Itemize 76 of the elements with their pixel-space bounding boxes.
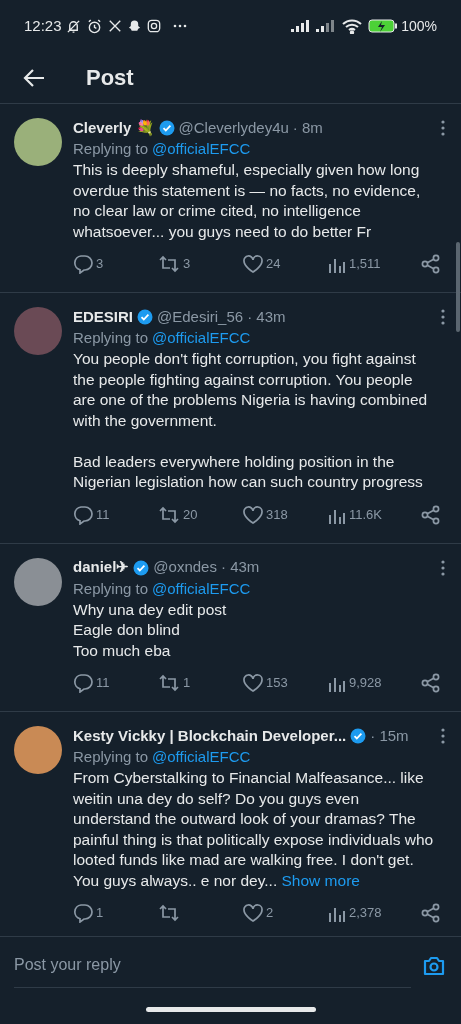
user-name[interactable]: Cleverly 💐: [73, 116, 155, 140]
post-text: From Cyberstalking to Financial Malfeasance... like weitin una dey do self? Do you guys even understand the outward look of your dramas? The painful thing is that politically expose individuals who looted funds like mad are walking free. I don't get. You guys always.. e nor dey... Show more: [73, 768, 435, 891]
repost-icon[interactable]: [158, 903, 180, 923]
user-name[interactable]: EDESIRI: [73, 305, 133, 329]
stat-count: 24: [266, 255, 281, 274]
notifications-off-icon: [65, 18, 81, 34]
stat-count: 2: [266, 904, 274, 923]
heart-icon[interactable]: [243, 904, 263, 922]
stat-count: 11: [96, 674, 110, 693]
alarm-icon: [86, 18, 102, 34]
battery-charging-icon: [368, 19, 399, 33]
heart-icon[interactable]: [243, 674, 263, 692]
replying-to-label: Replying to: [73, 139, 149, 159]
more-dots-icon: [172, 24, 187, 28]
mention-link[interactable]: @officialEFCC: [152, 328, 251, 348]
user-name[interactable]: daniel✈: [73, 556, 130, 579]
repost-icon[interactable]: [158, 254, 180, 274]
reply-icon[interactable]: [73, 254, 93, 274]
show-more-link[interactable]: Show more: [281, 871, 360, 889]
user-name[interactable]: Kesty Vickky | Blockchain Developer...: [73, 724, 347, 748]
stat-count: 1: [183, 674, 191, 693]
stat-count: 9,928: [349, 674, 382, 693]
stat-count: 11.6K: [349, 505, 382, 524]
mention-link[interactable]: @officialEFCC: [152, 139, 251, 159]
signal-icon: [291, 20, 312, 32]
more-options-icon[interactable]: [441, 559, 447, 576]
reply-icon[interactable]: [73, 903, 93, 923]
x-logo-icon: [107, 19, 122, 33]
reply-icon[interactable]: [73, 504, 93, 525]
stat-count: 11: [96, 505, 110, 524]
replying-to-label: Replying to: [73, 328, 149, 348]
user-handle[interactable]: @Cleverlydey4u: [178, 116, 289, 140]
camera-app-icon: [146, 19, 161, 33]
repost-icon[interactable]: [158, 673, 180, 693]
mention-link[interactable]: @officialEFCC: [152, 747, 251, 767]
status-time: 12:23: [24, 15, 62, 36]
more-options-icon[interactable]: [441, 309, 447, 325]
post-text: You people don't fight corruption, you fight against the people fighting against corruption. You people are one of the problems Nigeria is having combined with the government. Bad leaders everywhere holding position in the Nigerian legislation how can such country progress: [73, 349, 429, 492]
post-text: This is deeply shameful, especially given how long overdue this statement is — no facts, no evidence, no clear law or crime cited, no intelligence whatsoever... you guys need to do better Fr: [73, 160, 422, 242]
replying-to-label: Replying to: [73, 747, 149, 767]
post-time: · 43m: [247, 306, 286, 327]
ghost-icon: [127, 19, 141, 33]
share-icon[interactable]: [421, 673, 441, 693]
replying-to-label: Replying to: [73, 578, 149, 599]
more-options-icon[interactable]: [441, 120, 447, 136]
page-title: Post: [86, 64, 134, 92]
repost-icon[interactable]: [158, 504, 180, 525]
reply-icon[interactable]: [73, 673, 93, 693]
stat-count: 1: [96, 904, 104, 923]
stat-count: 153: [266, 674, 288, 693]
stat-count: 3: [96, 255, 104, 274]
more-options-icon[interactable]: [441, 728, 447, 744]
post-time: · 8m: [292, 117, 323, 138]
post-time: · 15m: [370, 725, 409, 746]
user-handle[interactable]: @Edesiri_56: [157, 305, 244, 329]
user-handle[interactable]: @oxndes: [153, 556, 217, 579]
avatar[interactable]: [14, 726, 62, 774]
share-icon[interactable]: [421, 903, 441, 923]
mention-link[interactable]: @officialEFCC: [152, 578, 251, 599]
battery-percentage: 100%: [401, 16, 437, 36]
post-time: · 43m: [220, 557, 260, 578]
share-icon[interactable]: [421, 254, 441, 274]
stat-count: 2,378: [349, 904, 382, 923]
stat-count: 20: [183, 505, 198, 524]
heart-icon[interactable]: [243, 255, 263, 273]
stat-count: 1,511: [349, 255, 381, 274]
avatar[interactable]: [14, 118, 62, 166]
stat-count: 318: [266, 505, 288, 524]
avatar[interactable]: [14, 557, 62, 606]
wifi-icon: [342, 18, 363, 34]
signal-icon: [316, 20, 337, 32]
share-icon[interactable]: [421, 504, 441, 525]
reply-field[interactable]: Post your reply: [14, 943, 411, 988]
heart-icon[interactable]: [243, 505, 263, 524]
stat-count: 3: [183, 255, 191, 274]
post-text: Why una dey edit post Eagle don blind Too much eba: [73, 599, 228, 661]
